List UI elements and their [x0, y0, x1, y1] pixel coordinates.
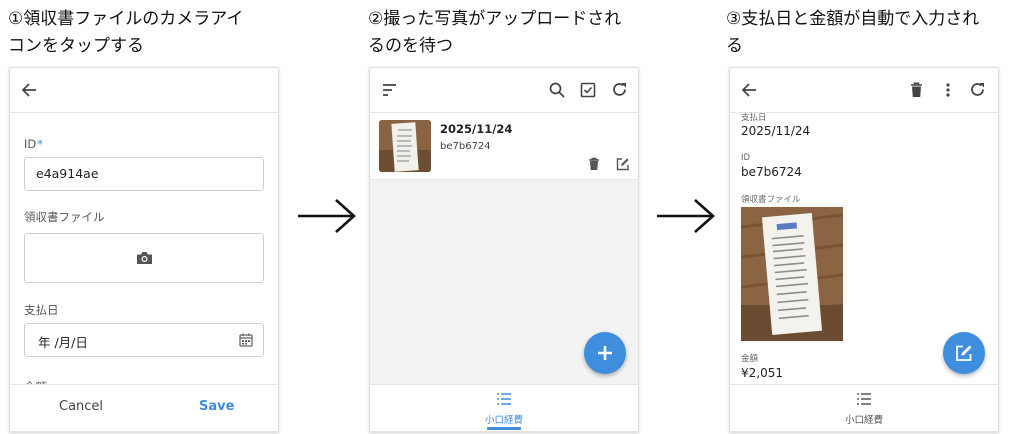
- list-screen: 2025/11/24 be7b6724 小口経費: [369, 67, 639, 432]
- detail-date-value: 2025/11/24: [741, 124, 811, 138]
- id-field-value: e4a914ae: [36, 166, 99, 181]
- step-2-title-line1: ②撮った写真がアップロードされ: [368, 9, 622, 29]
- list-item[interactable]: 2025/11/24 be7b6724: [370, 113, 638, 180]
- form-screen: ID* e4a914ae 領収書ファイル 支払日 年 /月/日 金額 Cance…: [9, 67, 279, 432]
- detail-id-value: be7b6724: [741, 165, 802, 179]
- nav-tab-petty-cash[interactable]: 小口経費: [470, 385, 538, 431]
- list-item-date: 2025/11/24: [440, 122, 513, 136]
- step-3-title-line1: ③支払日と金額が自動で入力され: [726, 9, 980, 29]
- bottom-nav: 小口経費: [370, 384, 638, 431]
- step-1-title-line1: ①領収書ファイルのカメラアイ: [8, 9, 244, 29]
- list-app-bar: [370, 68, 638, 113]
- bottom-nav: 小口経費: [730, 384, 998, 431]
- step-2-title: ②撮った写真がアップロードされ るのを待つ: [368, 6, 658, 60]
- step-3-title-line2: る: [726, 36, 743, 56]
- edit-icon: [955, 344, 973, 362]
- detail-amount-label: 金額: [741, 354, 759, 364]
- payment-date-placeholder: 年 /月/日: [38, 335, 88, 350]
- edit-icon[interactable]: [616, 157, 630, 171]
- nav-label-petty-cash: 小口経費: [484, 415, 523, 426]
- list-icon: [857, 393, 871, 405]
- add-button[interactable]: [584, 332, 626, 374]
- id-label-text: ID: [24, 137, 37, 151]
- step-1-title-line2: コンをタップする: [8, 36, 144, 56]
- detail-app-bar: [730, 68, 998, 113]
- receipt-photo[interactable]: [741, 207, 843, 341]
- refresh-icon[interactable]: [611, 81, 628, 98]
- arrow-left-icon[interactable]: [741, 82, 757, 98]
- detail-id-label: ID: [741, 153, 751, 163]
- right-arrow-icon: [655, 196, 717, 240]
- save-button[interactable]: Save: [199, 399, 234, 414]
- nav-active-indicator: [487, 427, 521, 430]
- id-field[interactable]: e4a914ae: [24, 157, 264, 191]
- list-item-id: be7b6724: [440, 141, 491, 152]
- nav-label-petty-cash: 小口経費: [844, 415, 883, 426]
- payment-date-label: 支払日: [24, 303, 59, 317]
- trash-icon[interactable]: [588, 157, 600, 171]
- required-mark: *: [37, 137, 43, 151]
- refresh-icon[interactable]: [969, 81, 986, 98]
- plus-icon: [597, 345, 613, 361]
- arrow-left-icon[interactable]: [21, 82, 37, 98]
- checkbox-icon[interactable]: [580, 82, 596, 98]
- form-footer: Cancel Save: [10, 384, 278, 431]
- cancel-button[interactable]: Cancel: [59, 399, 103, 414]
- detail-amount-value: ¥2,051: [741, 366, 783, 380]
- receipt-thumbnail: [379, 120, 431, 172]
- form-app-bar: [10, 68, 278, 113]
- step-3-title: ③支払日と金額が自動で入力され る: [726, 6, 1016, 60]
- nav-tab-petty-cash[interactable]: 小口経費: [830, 385, 898, 431]
- search-icon[interactable]: [549, 82, 565, 98]
- detail-date-label: 支払日: [741, 113, 767, 123]
- detail-screen: 支払日 2025/11/24 ID be7b6724 領収書ファイル 金額 ¥2…: [729, 67, 999, 432]
- edit-button[interactable]: [943, 332, 985, 374]
- receipt-file-label: 領収書ファイル: [24, 210, 105, 224]
- receipt-file-field[interactable]: [24, 233, 264, 283]
- id-label: ID*: [24, 137, 43, 151]
- step-1-title: ①領収書ファイルのカメラアイ コンをタップする: [8, 6, 298, 60]
- calendar-icon[interactable]: [239, 333, 253, 347]
- camera-icon[interactable]: [136, 251, 153, 265]
- more-vert-icon[interactable]: [945, 82, 951, 98]
- detail-receipt-label: 領収書ファイル: [741, 195, 801, 205]
- step-2-title-line2: るのを待つ: [368, 36, 453, 56]
- list-icon: [497, 393, 511, 405]
- payment-date-field[interactable]: 年 /月/日: [24, 323, 264, 357]
- sort-icon[interactable]: [382, 83, 397, 97]
- right-arrow-icon: [296, 196, 358, 240]
- trash-icon[interactable]: [910, 82, 923, 98]
